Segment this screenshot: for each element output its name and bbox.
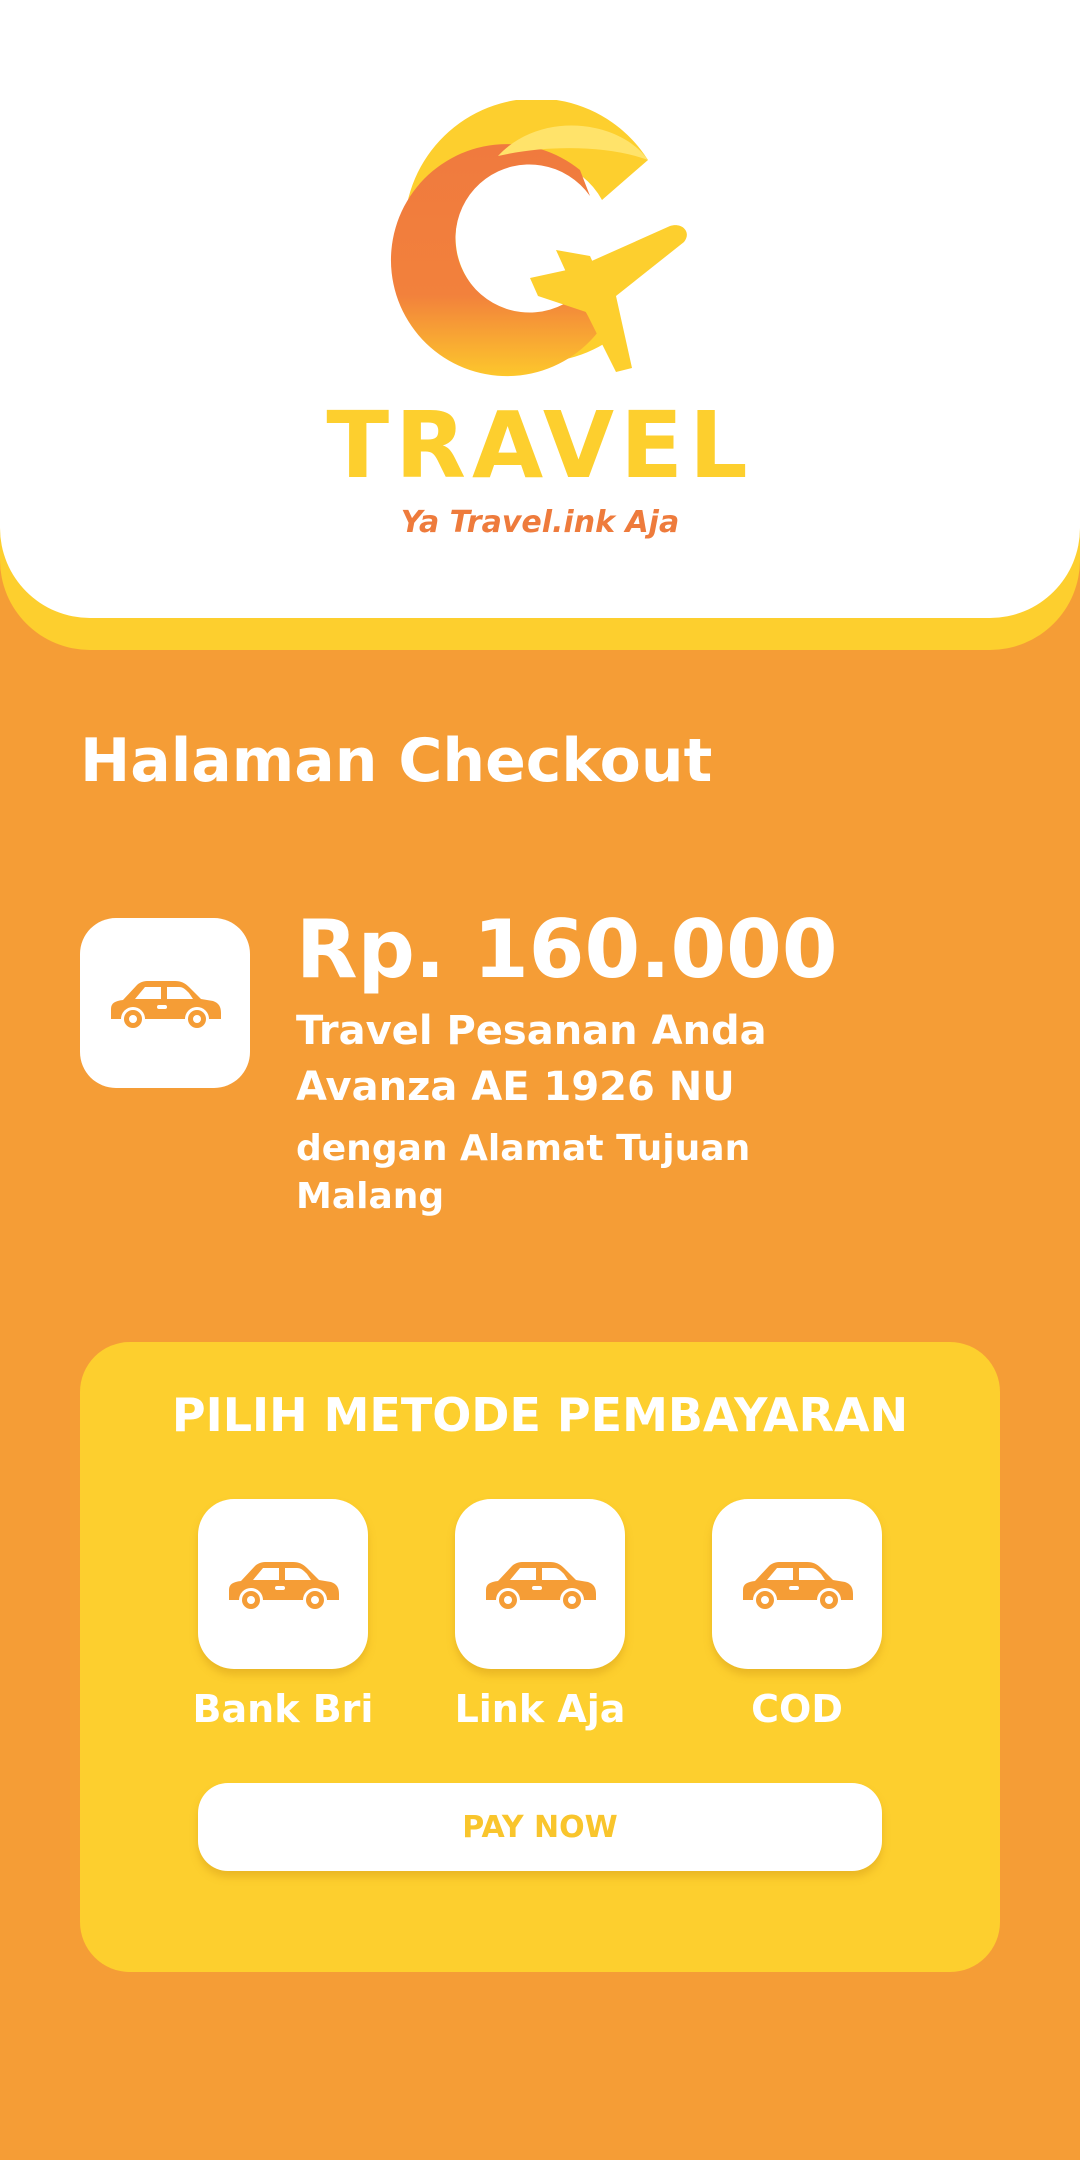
payment-method-link-aja[interactable]: Link Aja: [455, 1499, 625, 1730]
brand-name: TRAVEL: [326, 392, 754, 499]
payment-title: PILIH METODE PEMBAYARAN: [171, 1388, 909, 1442]
payment-method-bank-bri[interactable]: Bank Bri: [193, 1499, 373, 1730]
g-plane-logo-icon: [390, 100, 687, 377]
car-icon: [111, 981, 221, 1031]
payment-method-tile[interactable]: [455, 1499, 625, 1669]
order-price: Rp. 160.000: [296, 903, 838, 996]
order-vehicle-tile: [80, 918, 250, 1088]
payment-method-tile[interactable]: [712, 1499, 882, 1669]
order-destination: Malang: [296, 1176, 445, 1217]
header: TRAVEL Ya Travel.ink Aja: [0, 0, 1080, 618]
car-icon: [229, 1562, 339, 1612]
pay-now-button[interactable]: PAY NOW: [198, 1783, 882, 1871]
payment-method-cod[interactable]: COD: [712, 1499, 882, 1730]
car-icon: [486, 1562, 596, 1612]
checkout-screen: TRAVEL Ya Travel.ink Aja Halaman Checkou…: [0, 0, 1080, 2160]
brand-tagline: Ya Travel.ink Aja: [400, 505, 680, 540]
order-vehicle: Avanza AE 1926 NU: [296, 1064, 735, 1110]
page-title: Halaman Checkout: [80, 726, 713, 796]
payment-method-tile[interactable]: [198, 1499, 368, 1669]
payment-method-label: Link Aja: [454, 1687, 626, 1731]
car-icon: [743, 1562, 853, 1612]
payment-method-card: PILIH METODE PEMBAYARAN Bank Bri Link Aj…: [80, 1342, 1000, 1972]
order-destination-label: dengan Alamat Tujuan: [296, 1128, 751, 1169]
payment-method-label: Bank Bri: [192, 1687, 374, 1731]
order-description: Travel Pesanan Anda: [296, 1008, 767, 1054]
payment-method-label: COD: [751, 1687, 843, 1731]
